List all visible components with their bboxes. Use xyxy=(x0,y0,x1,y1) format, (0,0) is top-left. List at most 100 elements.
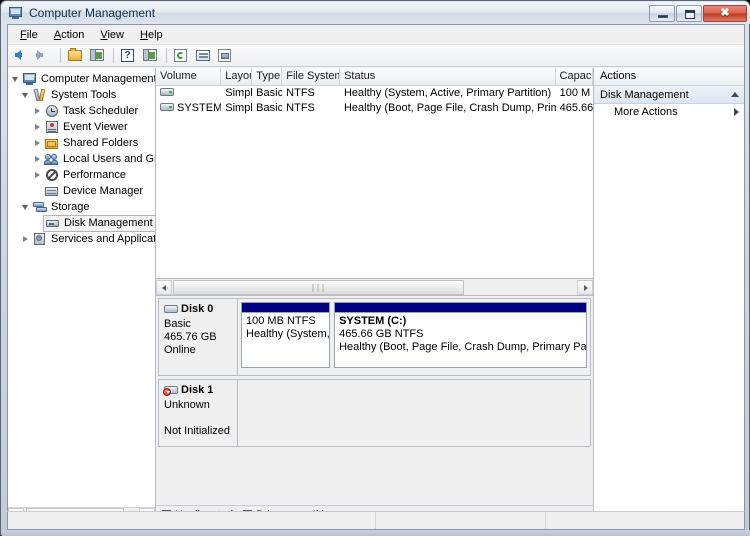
column-header-status[interactable]: Status xyxy=(340,68,556,85)
graphical-disk-view[interactable]: Disk 0 Basic 465.76 GB Online 100 MB NTF… xyxy=(156,296,593,505)
twisty-expanded-icon[interactable] xyxy=(20,199,32,215)
tree-node-event-viewer[interactable]: Event Viewer xyxy=(8,119,155,135)
twisty-collapsed-icon[interactable] xyxy=(32,135,44,151)
titlebar[interactable]: Computer Management ✖ xyxy=(2,2,750,24)
partition-name: SYSTEM (C:) xyxy=(339,315,407,327)
tree-label: Disk Management xyxy=(64,217,153,229)
partition-details: 100 MB NTFS Healthy (System, Act xyxy=(242,313,329,345)
tree-label: System Tools xyxy=(51,89,117,101)
actions-group-disk-management[interactable]: Disk Management xyxy=(594,86,744,104)
scroll-right-button[interactable] xyxy=(577,279,593,295)
close-button[interactable]: ✖ xyxy=(703,5,747,22)
properties-button[interactable] xyxy=(193,46,214,65)
client-area: File Action View Help ? Computer Managem… xyxy=(7,24,745,524)
twisty-collapsed-icon[interactable] xyxy=(32,103,44,119)
disk-row-disk-0[interactable]: Disk 0 Basic 465.76 GB Online 100 MB NTF… xyxy=(158,298,591,376)
panes-container: Computer Management (Local System Tools … xyxy=(8,68,744,523)
properties-icon xyxy=(196,50,210,61)
menu-file-label: ile xyxy=(26,28,38,41)
column-header-volume[interactable]: Volume xyxy=(156,68,222,85)
back-button[interactable] xyxy=(12,46,33,65)
cell-type: Basic xyxy=(256,102,283,114)
volume-list[interactable]: Volume Layout Type File System Status Ca… xyxy=(156,68,593,279)
tree-label: Shared Folders xyxy=(63,137,139,149)
cell-volume: SYSTEM (C:) xyxy=(156,101,221,116)
tree-node-shared-folders[interactable]: Shared Folders xyxy=(8,135,155,151)
twisty-collapsed-icon[interactable] xyxy=(20,231,32,247)
tree-node-performance[interactable]: Performance xyxy=(8,167,155,183)
statusbar-segment-1 xyxy=(8,512,376,529)
tree-node-services-and-applications[interactable]: Services and Applications xyxy=(8,231,155,247)
shared-folders-icon xyxy=(44,135,60,151)
tree-node-local-users-and-groups[interactable]: Local Users and Groups xyxy=(8,151,155,167)
show-hide-console-tree-button[interactable] xyxy=(87,46,108,65)
services-applications-icon xyxy=(32,231,48,247)
show-hide-action-pane-button[interactable] xyxy=(140,46,161,65)
refresh-button[interactable] xyxy=(171,46,192,65)
forward-button[interactable] xyxy=(34,46,55,65)
tree-label: Computer Management (Local xyxy=(41,73,155,85)
disk-status: Not Initialized xyxy=(164,425,231,437)
action-pane-icon xyxy=(143,49,157,61)
disk-name: Disk 1 xyxy=(181,384,214,396)
system-tools-icon xyxy=(32,87,48,103)
tree-selection-box: Disk Management xyxy=(43,214,155,232)
partition-details: SYSTEM (C:) 465.66 GB NTFS Healthy (Boot… xyxy=(335,313,586,358)
twisty-collapsed-icon[interactable] xyxy=(32,119,44,135)
menu-file[interactable]: File xyxy=(12,26,46,44)
back-arrow-icon xyxy=(15,50,22,60)
tree-node-system-tools[interactable]: System Tools xyxy=(8,87,155,103)
scroll-track[interactable]: ∣∣∣ xyxy=(172,279,577,295)
menu-action[interactable]: Action xyxy=(46,26,93,44)
chevron-up-icon[interactable] xyxy=(731,92,739,97)
volume-drive-icon xyxy=(160,102,174,112)
window-bottom-frame xyxy=(2,530,750,536)
twisty-collapsed-icon[interactable] xyxy=(32,167,44,183)
rescan-disks-icon xyxy=(218,49,231,62)
partition-system-c[interactable]: SYSTEM (C:) 465.66 GB NTFS Healthy (Boot… xyxy=(334,302,587,368)
menu-view[interactable]: View xyxy=(92,26,132,44)
twisty-expanded-icon[interactable] xyxy=(10,71,22,87)
column-header-capacity[interactable]: Capac xyxy=(556,68,593,85)
menu-help[interactable]: Help xyxy=(132,26,171,44)
folder-up-icon xyxy=(68,48,82,61)
storage-icon xyxy=(32,199,48,215)
action-more-actions[interactable]: More Actions xyxy=(594,104,744,120)
tree-node-disk-management[interactable]: Disk Management xyxy=(8,214,155,232)
twisty-collapsed-icon[interactable] xyxy=(32,151,44,167)
disk-info-disk-0[interactable]: Disk 0 Basic 465.76 GB Online xyxy=(158,298,238,376)
disk-row-disk-1[interactable]: Disk 1 Unknown Not Initialized xyxy=(158,379,591,447)
maximize-restore-button[interactable] xyxy=(676,5,702,22)
console-tree-pane: Computer Management (Local System Tools … xyxy=(8,68,156,523)
tree-node-task-scheduler[interactable]: Task Scheduler xyxy=(8,103,155,119)
forward-arrow-icon xyxy=(36,50,43,60)
table-row[interactable]: SYSTEM (C:) Simple Basic NTFS Healthy (B… xyxy=(156,101,593,116)
partition-color-band xyxy=(242,303,330,313)
scroll-thumb[interactable]: ∣∣∣ xyxy=(173,279,464,295)
disk-partitions-area-disk-0: 100 MB NTFS Healthy (System, Act SYSTEM … xyxy=(238,298,591,376)
column-header-layout[interactable]: Layout xyxy=(221,68,253,85)
device-manager-icon xyxy=(44,183,60,199)
application-window: Computer Management ✖ File Action View H… xyxy=(0,0,750,536)
statusbar xyxy=(7,511,745,530)
partition-status: Healthy (System, Act xyxy=(246,328,330,340)
scroll-left-button[interactable] xyxy=(156,279,172,295)
cell-file-system: NTFS xyxy=(286,87,315,99)
disk-info-disk-1[interactable]: Disk 1 Unknown Not Initialized xyxy=(158,379,238,447)
minimize-button[interactable] xyxy=(649,5,675,22)
rescan-disks-button[interactable] xyxy=(215,46,236,65)
chevron-right-icon[interactable] xyxy=(734,108,739,116)
volume-list-horizontal-scrollbar[interactable]: ∣∣∣ xyxy=(156,279,593,296)
help-button[interactable]: ? xyxy=(118,46,139,65)
twisty-expanded-icon[interactable] xyxy=(20,87,32,103)
partition-system-reserved[interactable]: 100 MB NTFS Healthy (System, Act xyxy=(241,302,331,368)
column-header-file-system[interactable]: File System xyxy=(282,68,341,85)
disk-icon xyxy=(164,304,179,315)
tree-node-device-manager[interactable]: Device Manager xyxy=(8,183,155,199)
up-one-level-button[interactable] xyxy=(65,46,86,65)
disk-partitions-area-disk-1[interactable] xyxy=(238,379,591,447)
table-row[interactable]: Simple Basic NTFS Healthy (System, Activ… xyxy=(156,86,593,101)
column-header-type[interactable]: Type xyxy=(252,68,283,85)
tree-node-storage[interactable]: Storage xyxy=(8,199,155,215)
tree-node-computer-management[interactable]: Computer Management (Local xyxy=(8,71,155,87)
